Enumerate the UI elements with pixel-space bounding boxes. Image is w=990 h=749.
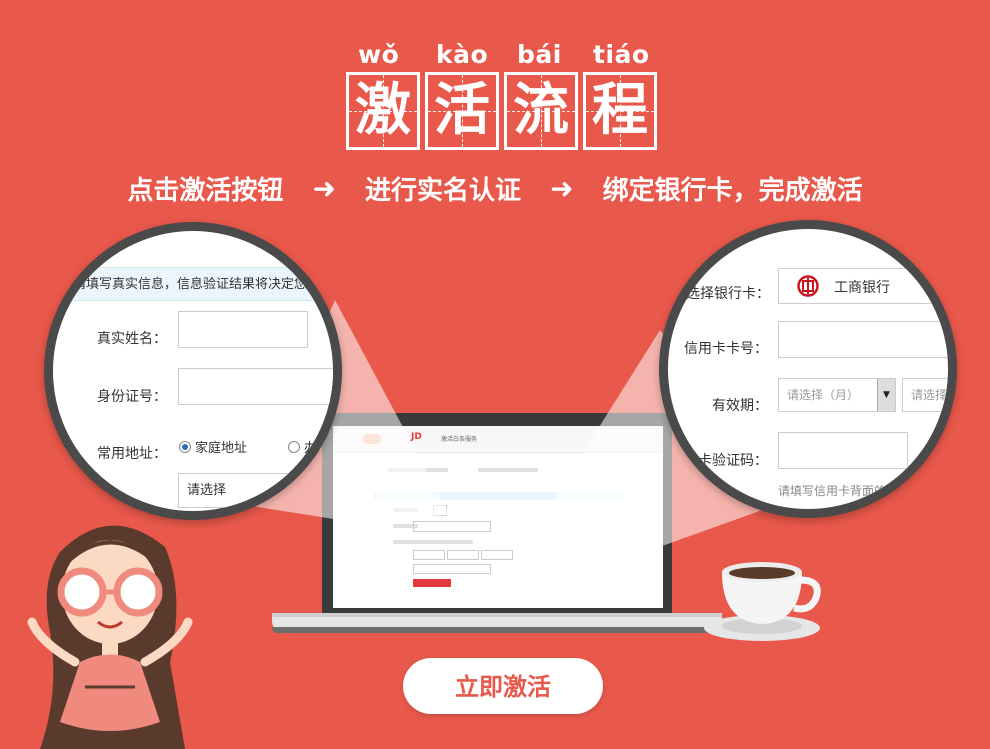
real-name-input[interactable] [178,311,308,348]
home-address-radio[interactable] [179,441,191,453]
girl-illustration [27,525,193,749]
cvv-input[interactable] [778,432,908,469]
cvv-label: 卡验证码： [698,453,768,469]
title-char-box-1: 激 [346,72,420,150]
name-label: 真实姓名： [97,331,167,347]
title-char-box-3: 流 [504,72,578,150]
title-char-box-2: 活 [425,72,499,150]
year-placeholder: 请选择 [911,388,948,402]
expiry-month-select[interactable]: 请选择（月） ▼ [778,378,896,412]
month-placeholder: 请选择（月） [787,388,860,402]
right-magnifier: 选择银行卡： 工商银行 信用卡卡号： 有效期： 请选择（月） ▼ 请选择 卡验证… [659,220,957,518]
bank-name: 工商银行 [834,280,890,296]
card-number-input[interactable] [778,321,948,358]
dropdown-arrow-icon[interactable]: ▼ [877,379,895,411]
title-char: 激 [355,78,411,143]
title-char-box-4: 程 [583,72,657,150]
expiry-label: 有效期： [712,398,768,414]
title-char: 流 [513,78,569,143]
id-label: 身份证号： [97,389,167,405]
select-value: 请选择 [187,483,227,498]
expiry-year-select[interactable]: 请选择 [902,378,948,412]
address-label: 常用地址： [97,446,167,462]
office-address-label: 办 [304,441,318,456]
province-select[interactable]: 请选择 [178,473,288,508]
icbc-logo-icon [797,275,819,297]
coffee-cup-illustration [704,562,821,641]
bank-label: 选择银行卡： [686,286,770,302]
cvv-hint: 请填写信用卡背面的 [778,484,887,498]
title-char: 程 [592,78,648,143]
office-address-radio[interactable] [288,441,300,453]
activate-now-button[interactable]: 立即激活 [403,658,603,714]
home-address-label: 家庭地址 [195,441,248,456]
info-notice: 请填写真实信息，信息验证结果将决定您是 [53,267,333,301]
title-char: 活 [434,78,490,143]
card-number-label: 信用卡卡号： [684,341,768,357]
left-magnifier: 请填写真实信息，信息验证结果将决定您是 真实姓名： 身份证号： 常用地址： 家庭… [44,222,342,520]
id-number-input[interactable] [178,368,333,405]
bank-select[interactable]: 工商银行 [778,268,948,304]
